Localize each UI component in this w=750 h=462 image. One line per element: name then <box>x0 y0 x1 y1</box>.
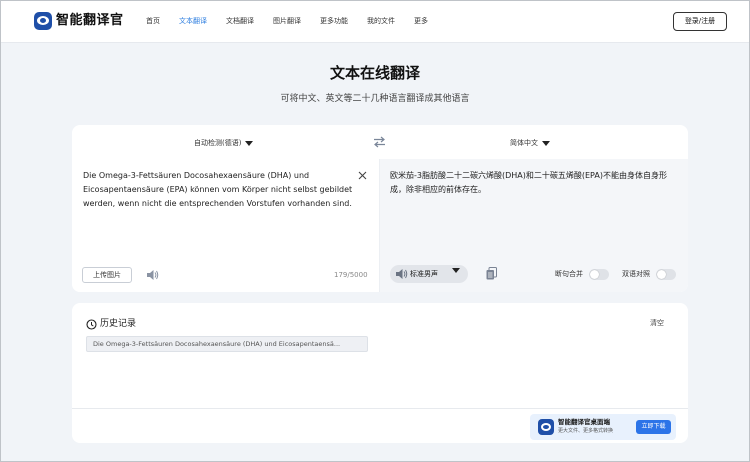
nav-more[interactable]: 更多 <box>414 16 428 26</box>
main-nav: 首页 文本翻译 文档翻译 图片翻译 更多功能 我的文件 更多 <box>146 16 447 26</box>
target-language-select[interactable]: 简体中文 <box>510 138 550 148</box>
nav-text-translate[interactable]: 文本翻译 <box>179 16 207 26</box>
speaker-icon[interactable] <box>146 269 159 281</box>
translator-card: 自动检测(德语) 简体中文 Die Omega-3-Fettsäuren Doc… <box>72 125 688 292</box>
promo-title: 智能翻译官桌面端 <box>558 418 610 426</box>
chevron-down-icon <box>245 140 254 146</box>
voice-label: 标准男声 <box>410 270 438 278</box>
merge-sentences-label: 断句合并 <box>555 270 583 278</box>
page-title: 文本在线翻译 <box>329 64 420 82</box>
history-clock-icon <box>86 319 97 330</box>
upload-image-button[interactable]: 上传图片 <box>82 267 132 283</box>
merge-sentences-toggle[interactable] <box>589 269 609 280</box>
target-pane: 欧米茄-3脂肪酸二十二碳六烯酸(DHA)和二十碳五烯酸(EPA)不能由身体自身形… <box>380 159 688 292</box>
close-icon[interactable] <box>358 171 367 180</box>
history-title: 历史记录 <box>100 319 137 329</box>
login-register-button[interactable]: 登录/注册 <box>673 12 727 31</box>
desktop-app-promo: 智能翻译官桌面端 更大文件、更多格式转换 立即下载 <box>530 414 676 440</box>
app-logo-icon[interactable] <box>34 12 52 30</box>
chevron-down-icon <box>452 268 460 273</box>
char-count: 179/5000 <box>334 271 368 279</box>
nav-home[interactable]: 首页 <box>146 16 160 26</box>
promo-subtitle: 更大文件、更多格式转换 <box>558 428 614 434</box>
bilingual-toggle[interactable] <box>656 269 676 280</box>
page-subtitle: 可将中文、英文等二十几种语言翻译成其他语言 <box>280 94 470 104</box>
download-button[interactable]: 立即下载 <box>636 420 671 434</box>
top-header: 智能翻译官 首页 文本翻译 文档翻译 图片翻译 更多功能 我的文件 更多 登录/… <box>1 1 749 43</box>
nav-my-files[interactable]: 我的文件 <box>367 16 395 26</box>
history-item[interactable]: Die Omega-3-Fettsäuren Docosahexaensäure… <box>86 336 368 352</box>
source-language-select[interactable]: 自动检测(德语) <box>194 138 254 148</box>
history-card: 历史记录 清空 Die Omega-3-Fettsäuren Docosahex… <box>72 303 688 443</box>
chevron-down-icon <box>542 140 550 146</box>
divider <box>72 408 688 409</box>
brand-name[interactable]: 智能翻译官 <box>56 12 124 30</box>
target-language-label: 简体中文 <box>510 139 538 147</box>
nav-doc-translate[interactable]: 文档翻译 <box>226 16 254 26</box>
nav-image-translate[interactable]: 图片翻译 <box>273 16 301 26</box>
nav-more-features[interactable]: 更多功能 <box>320 16 348 26</box>
app-logo-icon <box>538 419 554 435</box>
translated-text: 欧米茄-3脂肪酸二十二碳六烯酸(DHA)和二十碳五烯酸(EPA)不能由身体自身形… <box>390 171 667 194</box>
copy-icon[interactable] <box>486 267 497 280</box>
voice-select[interactable]: 标准男声 <box>390 265 468 283</box>
clear-history-button[interactable]: 清空 <box>650 319 664 328</box>
source-pane: Die Omega-3-Fettsäuren Docosahexaensäure… <box>72 159 380 292</box>
language-bar: 自动检测(德语) 简体中文 <box>72 125 688 159</box>
source-text-input[interactable]: Die Omega-3-Fettsäuren Docosahexaensäure… <box>83 169 353 211</box>
speaker-icon[interactable] <box>395 268 408 280</box>
swap-languages-icon[interactable] <box>373 136 386 148</box>
bilingual-label: 双语对照 <box>622 270 650 278</box>
source-language-label: 自动检测(德语) <box>194 139 242 147</box>
